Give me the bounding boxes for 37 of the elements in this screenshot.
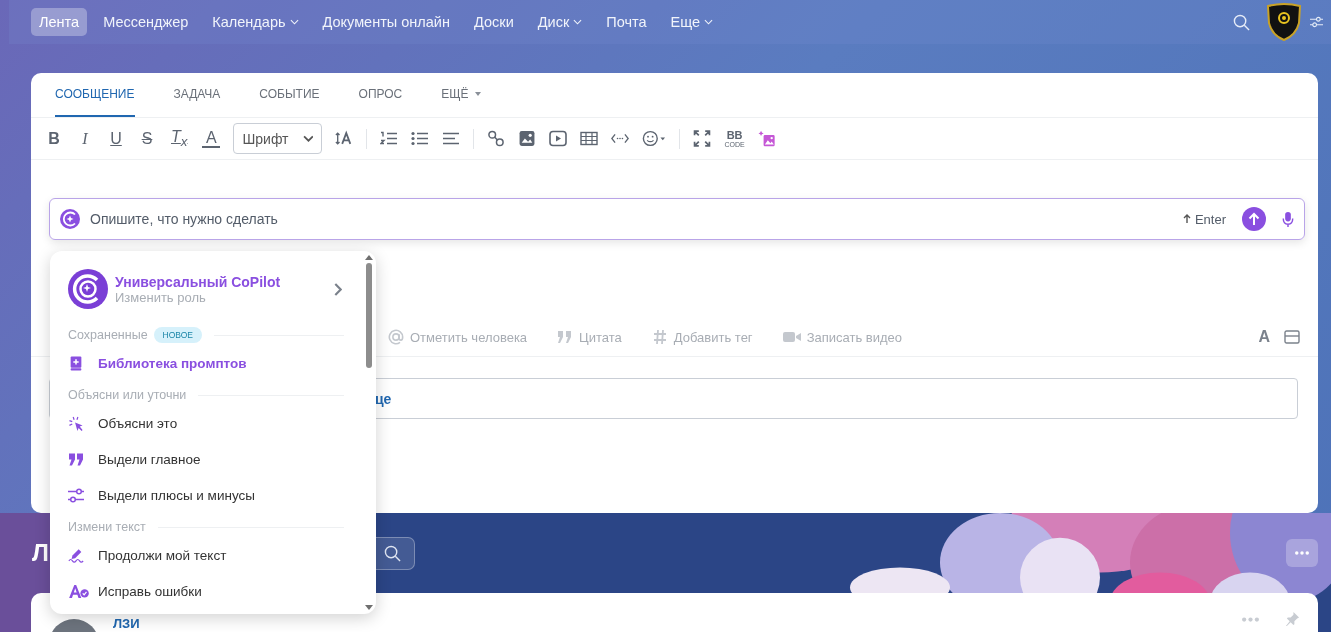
menu-item[interactable]: Продолжи мой текст <box>68 537 344 573</box>
nav-item[interactable]: Календарь <box>204 8 307 36</box>
format-button[interactable]: I <box>76 129 94 148</box>
enter-hint: Enter <box>1194 211 1226 227</box>
nav-item[interactable]: Почта <box>598 8 655 36</box>
menu-item[interactable]: Библиотека промптов <box>68 345 344 381</box>
menu-item[interactable]: Выдели плюсы и минусы <box>68 477 344 513</box>
format-button[interactable]: U <box>107 129 125 148</box>
composer-tab[interactable]: СООБЩЕНИЕ <box>55 73 135 117</box>
menu-item[interactable]: Выдели главное <box>68 441 344 477</box>
role-title: Универсальный CoPilot <box>115 273 282 290</box>
section-label: Измени текст <box>68 520 146 534</box>
format-button[interactable]: B <box>45 129 63 148</box>
menu-item[interactable]: Исправь ошибки <box>68 573 344 609</box>
section-label: Объясни или уточни <box>68 388 187 402</box>
composer-tab[interactable]: СОБЫТИЕ <box>259 73 320 117</box>
composer-tab[interactable]: ОПРОС <box>358 73 403 117</box>
role-subtitle: Изменить роль <box>115 289 206 305</box>
text-format-button[interactable]: A <box>1258 328 1270 346</box>
format-button[interactable]: S <box>138 129 156 148</box>
font-select[interactable]: Шрифт <box>233 123 323 154</box>
role-selector[interactable]: Универсальный CoPilot Изменить роль <box>68 269 344 309</box>
link-text[interactable]: це <box>375 390 392 407</box>
feed-title: Л <box>32 539 49 567</box>
composer-tab[interactable]: ЗАДАЧА <box>173 73 221 117</box>
nav-item[interactable]: Еще <box>662 8 722 36</box>
format-button[interactable]: A <box>202 129 221 148</box>
nav-item[interactable]: Документы онлайн <box>314 8 458 36</box>
new-badge: НОВОЕ <box>153 327 202 343</box>
author-name[interactable]: ЛЗИ <box>113 617 140 631</box>
section-label: Сохраненные <box>68 328 148 342</box>
nav-item[interactable]: Диск <box>529 8 591 36</box>
prompt-field[interactable]: Опишите, что нужно сделать Enter <box>49 198 1305 240</box>
composer-tab[interactable]: ЕЩЁ <box>441 73 481 117</box>
format-button[interactable]: T$_{x}$ <box>169 127 190 150</box>
nav-item[interactable]: Мессенджер <box>95 8 197 36</box>
nav-item[interactable]: Доски <box>466 8 522 36</box>
